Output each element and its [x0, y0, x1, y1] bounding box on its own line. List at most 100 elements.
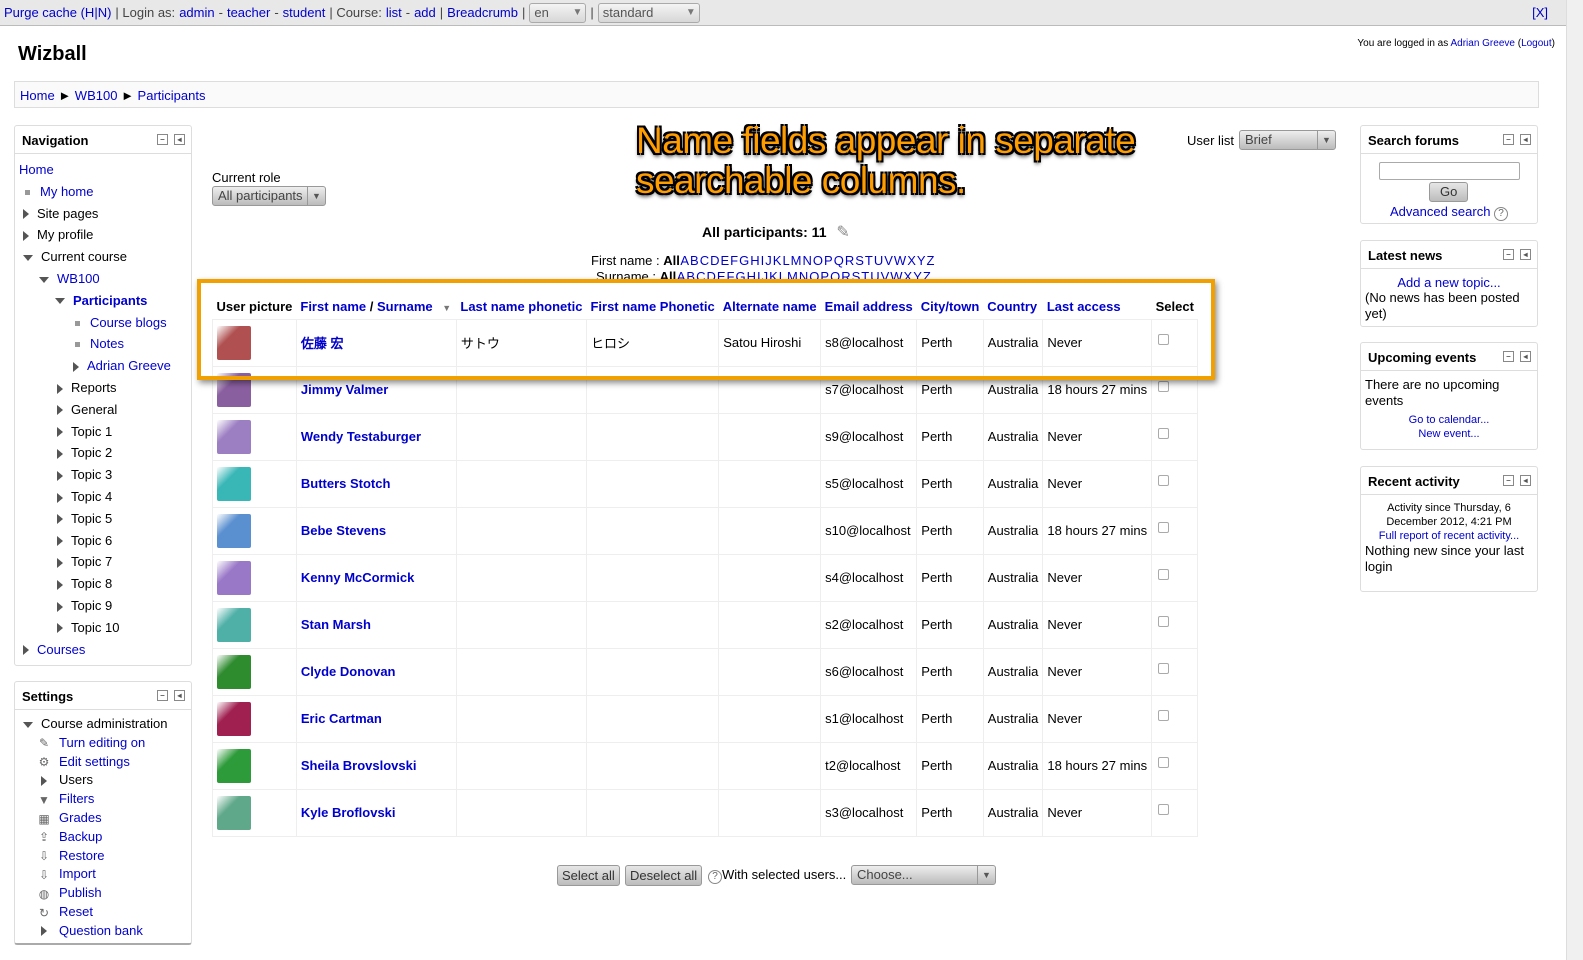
select-checkbox[interactable]: [1158, 381, 1170, 393]
user-name-link[interactable]: Clyde Donovan: [301, 664, 396, 679]
firstname-filter-letter[interactable]: H: [750, 253, 759, 268]
collapse-icon[interactable]: [23, 254, 33, 261]
avatar[interactable]: [217, 607, 251, 642]
settings-item-publish[interactable]: ◍ Publish: [19, 884, 187, 903]
advanced-search-link[interactable]: Advanced search: [1390, 204, 1490, 219]
surname-filter-letter[interactable]: Q: [830, 269, 840, 279]
sort-firstname-link[interactable]: First name: [300, 299, 366, 314]
deselect-all-button[interactable]: Deselect all: [625, 865, 703, 886]
surname-filter-letter[interactable]: R: [841, 269, 850, 279]
login-admin-link[interactable]: admin: [179, 5, 214, 20]
nav-item-topic-8[interactable]: Topic 8: [19, 573, 187, 595]
settings-label[interactable]: Turn editing on: [59, 735, 145, 750]
surname-filter-letter[interactable]: N: [799, 269, 808, 279]
collapse-icon[interactable]: –: [1503, 249, 1514, 260]
surname-filter-letter[interactable]: A: [677, 269, 686, 279]
settings-label[interactable]: Restore: [59, 848, 105, 863]
collapse-icon[interactable]: –: [1503, 475, 1514, 486]
col-first-name-phonetic[interactable]: First name Phonetic: [586, 295, 718, 319]
surname-filter-letter[interactable]: V: [881, 269, 890, 279]
course-add-link[interactable]: add: [414, 5, 436, 20]
settings-item-grades[interactable]: ▦ Grades: [19, 809, 187, 828]
col-country[interactable]: Country: [983, 295, 1043, 319]
surname-filter-letter[interactable]: O: [809, 269, 819, 279]
collapse-icon[interactable]: [55, 298, 65, 305]
settings-item-reset[interactable]: ↻ Reset: [19, 903, 187, 922]
surname-filter-letter[interactable]: P: [820, 269, 829, 279]
surname-filter-letter[interactable]: E: [717, 269, 726, 279]
search-go-button[interactable]: Go: [1429, 182, 1469, 202]
firstname-filter-letter[interactable]: C: [700, 253, 709, 268]
user-name-link[interactable]: Kenny McCormick: [301, 570, 414, 585]
dock-icon[interactable]: ◂: [174, 134, 185, 145]
surname-filter-letter[interactable]: X: [904, 269, 913, 279]
nav-label[interactable]: Topic 2: [71, 445, 112, 460]
nav-label[interactable]: Topic 9: [71, 598, 112, 613]
nav-label[interactable]: Courses: [37, 642, 85, 657]
select-all-button[interactable]: Select all: [557, 865, 620, 886]
avatar[interactable]: [217, 654, 251, 689]
page-scrollbar[interactable]: [1566, 0, 1583, 960]
settings-item-edit-settings[interactable]: ⚙ Edit settings: [19, 753, 187, 772]
nav-label[interactable]: Adrian Greeve: [87, 358, 171, 373]
select-checkbox[interactable]: [1158, 757, 1170, 769]
help-icon[interactable]: ?: [708, 870, 722, 884]
nav-item-current-course[interactable]: Current course: [19, 246, 187, 268]
firstname-filter-letter[interactable]: P: [824, 253, 833, 268]
surname-filter-letter[interactable]: M: [787, 269, 798, 279]
purge-cache-link[interactable]: Purge cache (H|N): [4, 5, 111, 20]
nav-item-topic-10[interactable]: Topic 10: [19, 617, 187, 639]
with-selected-select[interactable]: Choose... ▼: [851, 865, 996, 885]
select-checkbox[interactable]: [1158, 569, 1170, 581]
col-last-access[interactable]: Last access: [1043, 295, 1152, 319]
nav-label[interactable]: Participants: [73, 293, 147, 308]
expand-icon[interactable]: [57, 405, 63, 416]
collapse-icon[interactable]: –: [1503, 134, 1514, 145]
surname-filter-letter[interactable]: I: [757, 269, 761, 279]
user-name-link[interactable]: Sheila Brovslovski: [301, 758, 417, 773]
select-checkbox[interactable]: [1158, 522, 1170, 534]
language-select[interactable]: en ▼: [529, 2, 587, 23]
settings-label[interactable]: Course administration: [41, 716, 167, 731]
settings-label[interactable]: Publish: [59, 885, 102, 900]
select-checkbox[interactable]: [1158, 710, 1170, 722]
collapse-icon[interactable]: –: [157, 134, 168, 145]
nav-label[interactable]: Topic 1: [71, 424, 112, 439]
select-checkbox[interactable]: [1158, 663, 1170, 675]
nav-label[interactable]: WB100: [57, 271, 100, 286]
settings-item-import[interactable]: ⇩ Import: [19, 865, 187, 884]
nav-item-course-blogs[interactable]: Course blogs: [19, 312, 187, 334]
nav-item-notes[interactable]: Notes: [19, 333, 187, 355]
surname-filter-letter[interactable]: T: [861, 269, 869, 279]
settings-item-course-admin[interactable]: Course administration: [19, 715, 187, 734]
nav-item-topic-9[interactable]: Topic 9: [19, 595, 187, 617]
dock-icon[interactable]: ◂: [1520, 249, 1531, 260]
collapse-icon[interactable]: [23, 721, 33, 728]
user-name-link[interactable]: 佐藤 宏: [301, 336, 344, 351]
nav-item-topic-3[interactable]: Topic 3: [19, 464, 187, 486]
logout-link[interactable]: Logout: [1521, 38, 1552, 49]
firstname-filter-letter[interactable]: G: [739, 253, 749, 268]
nav-item-home[interactable]: Home: [19, 159, 187, 181]
firstname-filter-letter[interactable]: B: [690, 253, 699, 268]
settings-item-restore[interactable]: ⇩ Restore: [19, 847, 187, 866]
firstname-filter-all[interactable]: All: [663, 253, 680, 268]
expand-icon[interactable]: [57, 601, 63, 612]
nav-item-my-home[interactable]: My home: [19, 181, 187, 203]
nav-label[interactable]: Topic 10: [71, 620, 119, 635]
avatar[interactable]: [217, 419, 251, 454]
surname-filter-letter[interactable]: B: [686, 269, 695, 279]
settings-item-users[interactable]: Users: [19, 771, 187, 790]
settings-item-filters[interactable]: ▼ Filters: [19, 790, 187, 809]
nav-item-topic-5[interactable]: Topic 5: [19, 508, 187, 530]
avatar[interactable]: [217, 372, 251, 407]
avatar[interactable]: [217, 795, 251, 830]
nav-label[interactable]: Reports: [71, 380, 117, 395]
firstname-filter-letter[interactable]: M: [791, 253, 802, 268]
add-topic-link[interactable]: Add a new topic...: [1397, 275, 1500, 290]
login-teacher-link[interactable]: teacher: [227, 5, 270, 20]
expand-icon[interactable]: [57, 557, 63, 568]
expand-icon[interactable]: [57, 383, 63, 394]
expand-icon[interactable]: [57, 427, 63, 438]
firstname-filter-letter[interactable]: W: [894, 253, 906, 268]
